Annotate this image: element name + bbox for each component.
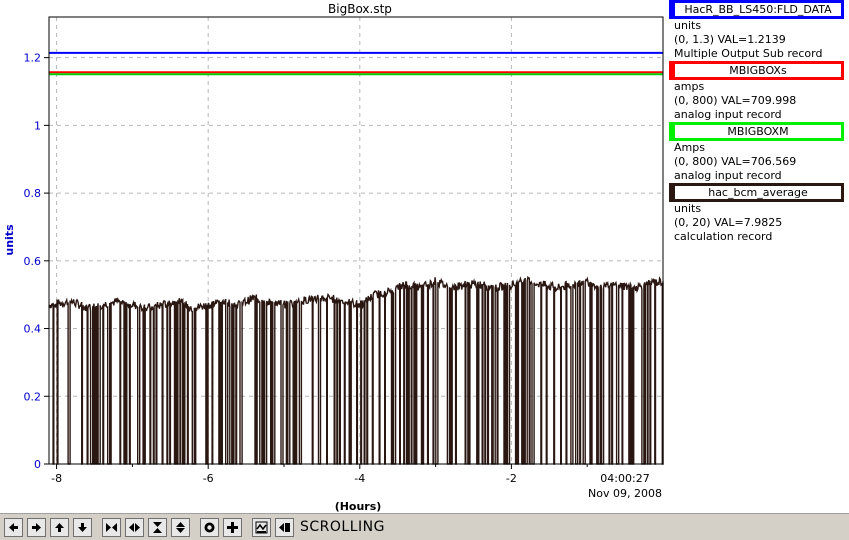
legend-item[interactable]: hac_bcm_average units (0, 20) VAL=7.9825 ca… — [668, 183, 849, 244]
zoom-out-y-icon — [176, 521, 185, 533]
x-axis-label: (Hours) — [335, 500, 382, 512]
arrow-down-button[interactable] — [73, 517, 92, 537]
end-date: Nov 09, 2008 — [588, 487, 662, 500]
arrow-down-icon — [78, 522, 87, 532]
auto-scale-icon — [204, 522, 215, 532]
x-axis: -8 -6 -4 -2 — [51, 464, 588, 485]
arrow-right-icon — [32, 522, 41, 532]
zoom-out-y-button[interactable] — [171, 517, 190, 537]
legend-item-name[interactable]: hac_bcm_average — [669, 183, 844, 202]
auto-scale-button[interactable] — [200, 517, 219, 537]
legend-item-range: (0, 800) VAL=709.998 — [674, 94, 797, 107]
legend-item-units: amps — [674, 80, 705, 93]
legend-item-name[interactable]: MBIGBOXM — [669, 122, 844, 141]
legend-item-name[interactable]: HacR_BB_LS450:FLD_DATA — [669, 0, 844, 19]
legend-item[interactable]: MBIGBOXs amps (0, 800) VAL=709.998 analog i… — [668, 61, 849, 122]
y-tick-label: 0.2 — [24, 390, 42, 403]
arrow-up-icon — [55, 522, 64, 532]
legend: HacR_BB_LS450:FLD_DATA units (0, 1.3) VAL=… — [668, 0, 849, 244]
legend-item-units: units — [674, 19, 702, 32]
chart-title: BigBox.stp — [328, 2, 392, 16]
legend-item-name[interactable]: MBIGBOXs — [669, 61, 844, 80]
series-layer — [48, 51, 664, 465]
arrow-left-icon — [9, 522, 18, 532]
jump-end-icon — [279, 522, 290, 532]
legend-item-record: analog input record — [674, 108, 782, 121]
legend-item[interactable]: HacR_BB_LS450:FLD_DATA units (0, 1.3) VAL=… — [668, 0, 849, 61]
x-tick-label: -2 — [506, 472, 517, 485]
legend-item-record: Multiple Output Sub record — [674, 47, 823, 60]
x-tick-label: -4 — [354, 472, 365, 485]
legend-item-range: (0, 20) VAL=7.9825 — [674, 216, 783, 229]
y-tick-label: 0.4 — [24, 323, 42, 336]
crosshair-icon — [227, 521, 238, 533]
legend-item-units: Amps — [674, 141, 705, 154]
series-line — [48, 275, 664, 465]
arrow-right-button[interactable] — [27, 517, 46, 537]
x-tick-label: -6 — [203, 472, 214, 485]
y-tick-label: 1 — [34, 119, 41, 132]
y-tick-label: 1.2 — [24, 52, 42, 65]
zoom-out-x-icon — [129, 522, 140, 532]
zoom-in-x-button[interactable] — [102, 517, 121, 537]
toggle-graph-icon — [255, 521, 268, 533]
zoom-in-x-icon — [106, 522, 117, 532]
y-tick-label: 0.8 — [24, 187, 42, 200]
arrow-left-button[interactable] — [4, 517, 23, 537]
legend-item-units: units — [674, 202, 702, 215]
jump-end-button[interactable] — [275, 517, 294, 537]
legend-item-record: calculation record — [674, 230, 773, 243]
legend-item-range: (0, 1.3) VAL=1.2139 — [674, 33, 786, 46]
y-axis-label: units — [3, 224, 16, 256]
crosshair-button[interactable] — [223, 517, 242, 537]
zoom-in-y-icon — [153, 521, 162, 533]
toggle-graph-button[interactable] — [252, 517, 271, 537]
y-tick-label: 0 — [34, 458, 41, 471]
y-tick-label: 0.6 — [24, 255, 42, 268]
zoom-in-y-button[interactable] — [148, 517, 167, 537]
arrow-up-button[interactable] — [50, 517, 69, 537]
toolbar: SCROLLING — [0, 513, 849, 540]
zoom-out-x-button[interactable] — [125, 517, 144, 537]
mode-label: SCROLLING — [300, 519, 385, 535]
end-time: 04:00:27 — [600, 472, 649, 485]
legend-item-record: analog input record — [674, 169, 782, 182]
legend-item-range: (0, 800) VAL=706.569 — [674, 155, 797, 168]
legend-item[interactable]: MBIGBOXM Amps (0, 800) VAL=706.569 analog i… — [668, 122, 849, 183]
y-axis: 0 0.2 0.4 0.6 0.8 1 1.2 — [24, 52, 49, 471]
x-tick-label: -8 — [51, 472, 62, 485]
